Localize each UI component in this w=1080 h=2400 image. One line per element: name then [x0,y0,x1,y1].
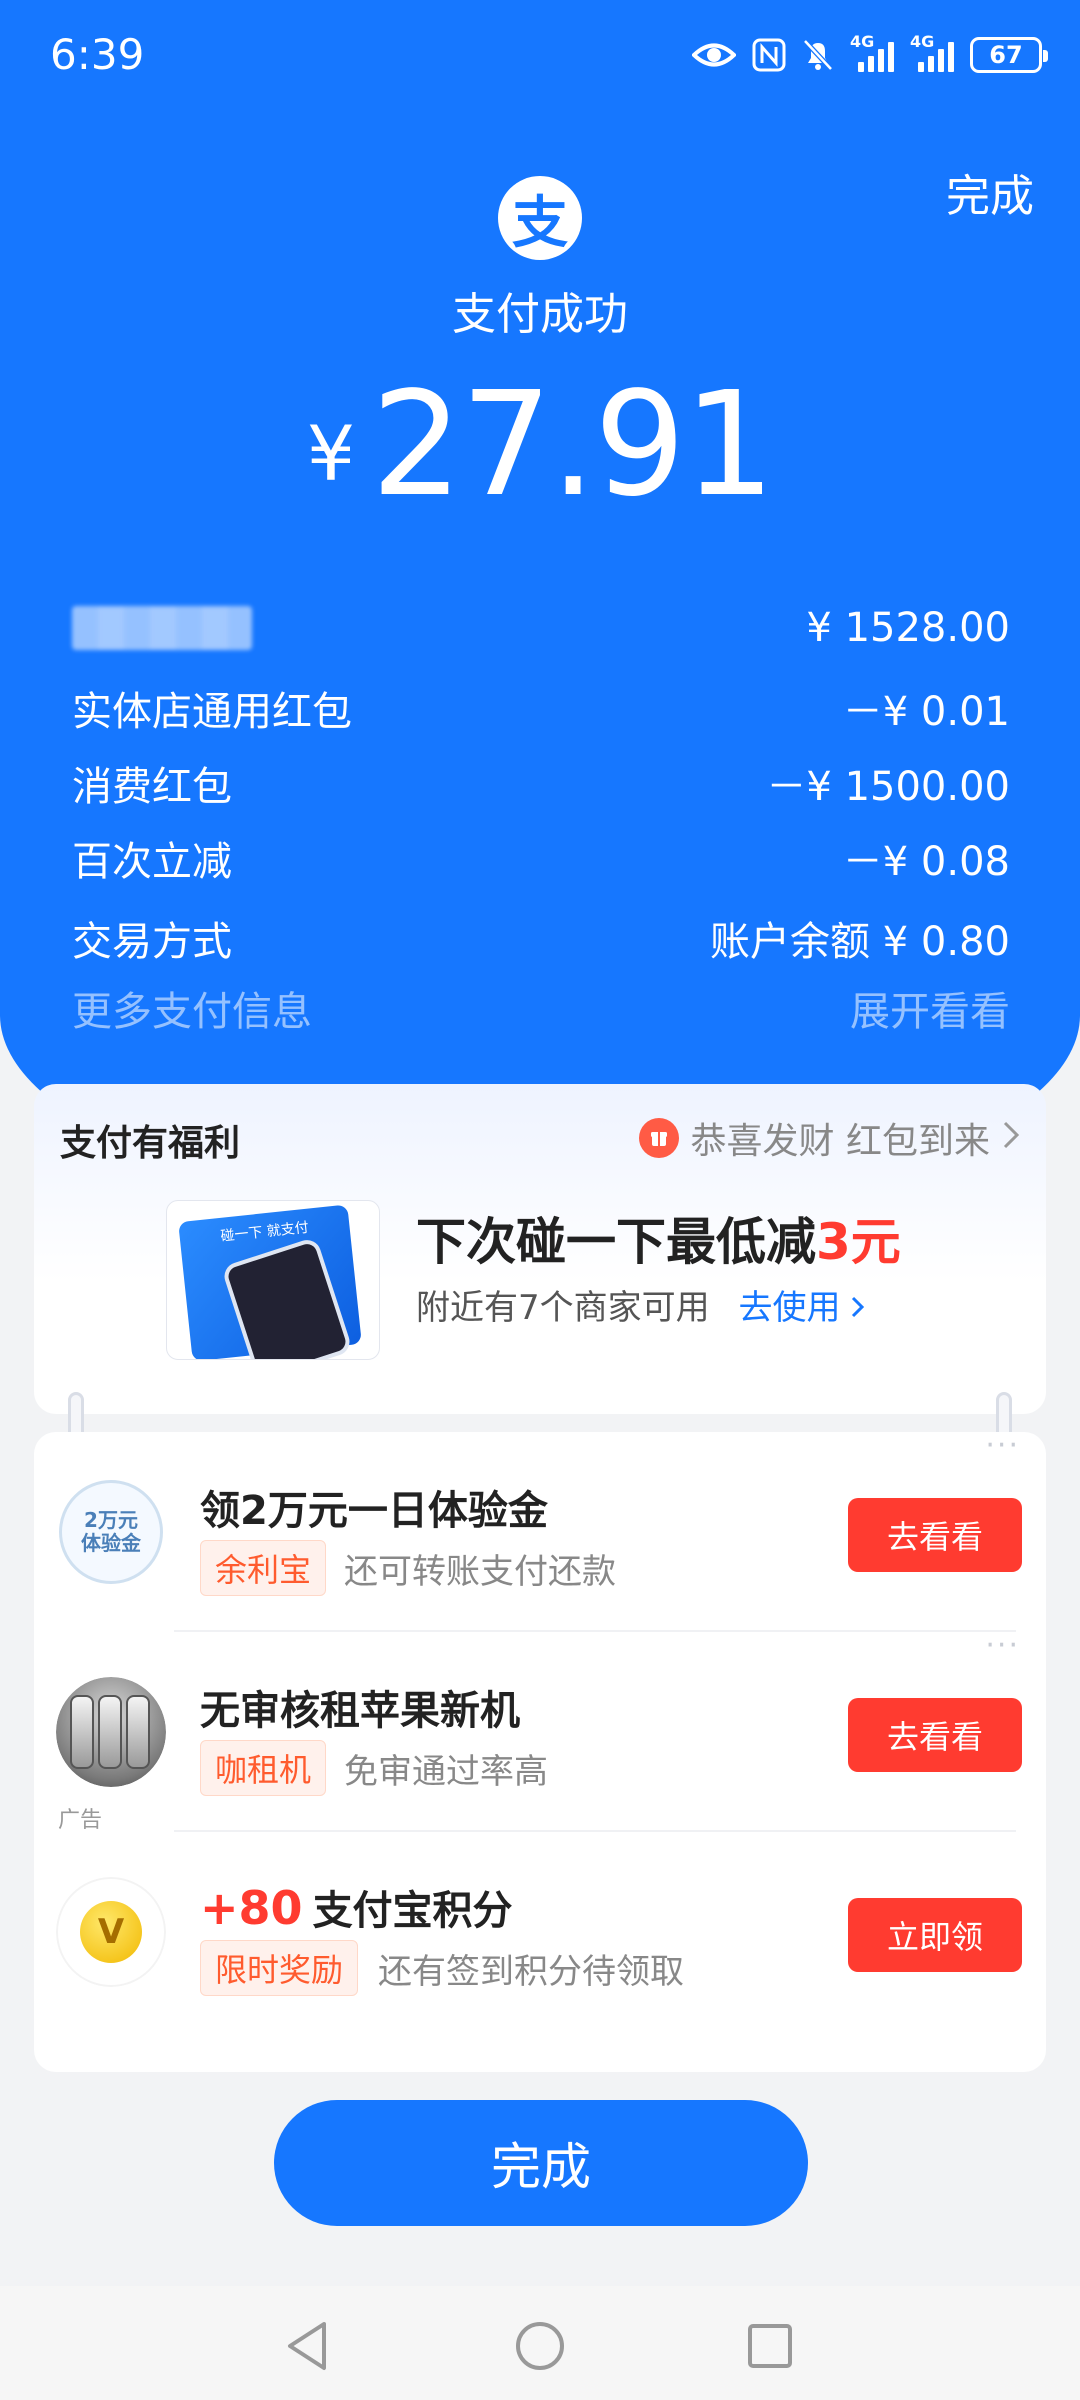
payment-success-title: 支付成功 [452,289,628,340]
merchant-price: ¥ 1528.00 [806,605,1010,651]
merchant-row: ¥ 1528.00 [72,598,1010,658]
ad-label: 广告 [58,1808,103,1833]
discount-value: －¥ 1500.00 [766,764,1010,810]
task-tag: 限时奖励 [200,1940,359,1996]
done-link-top[interactable]: 完成 [946,160,1034,224]
home-icon[interactable] [510,2316,570,2376]
points-coin: V [56,1877,166,1987]
task-title: 无审核租苹果新机 [200,1688,520,1734]
task-desc: 还有签到积分待领取 [378,1952,684,1992]
discount-row: 百次立减 －¥ 0.08 [72,828,1010,888]
more-options-icon[interactable]: ··· [985,1428,1020,1463]
headline-text: 下次碰一下最低减 [416,1213,816,1271]
currency-symbol: ¥ [306,409,356,498]
discount-row: 实体店通用红包 －¥ 0.01 [72,678,1010,738]
task-title: 领2万元一日体验金 [200,1488,548,1534]
benefit-title: 支付有福利 [60,1123,241,1164]
eye-icon [692,40,736,70]
signal-icon: 4G [850,32,894,72]
more-options-icon[interactable]: ··· [985,1628,1020,1663]
amount-value: 27.91 [371,360,775,528]
task-desc: 还可转账支付还款 [344,1552,616,1592]
network-type-label-2: 4G [910,32,935,51]
red-packet-icon [638,1118,679,1158]
payment-method-value: 账户余额 ¥ 0.80 [710,919,1010,965]
nfc-icon [752,38,786,72]
payment-method-row: 交易方式 账户余额 ¥ 0.80 [72,908,1010,968]
phones-image [56,1677,166,1787]
task-item[interactable]: ··· 2万元 体验金 领2万元一日体验金 余利宝 还可转账支付还款 去看看 [34,1428,1046,1632]
task-desc: 免审通过率高 [344,1752,548,1792]
payment-amount: ¥27.91 [0,360,1080,528]
done-button[interactable]: 完成 [274,2100,808,2226]
experience-fund-badge: 2万元 体验金 [59,1480,163,1584]
claim-button[interactable]: 立即领 [848,1898,1022,1972]
task-title: +80 支付宝积分 [200,1878,513,1936]
tap-to-pay-image: 碰一下 就支付 [166,1200,380,1360]
network-type-label: 4G [850,32,875,51]
benefit-headline: 下次碰一下最低减3元 [416,1202,901,1274]
recent-apps-icon[interactable] [740,2316,800,2376]
experience-fund-icon: 2万元 体验金 [56,1477,166,1587]
discount-label: 实体店通用红包 [72,689,352,735]
task-tag: 余利宝 [200,1540,327,1596]
badge-line-2: 体验金 [81,1531,141,1555]
expand-link[interactable]: 展开看看 [850,979,1010,1037]
headline-highlight: 3元 [816,1213,901,1271]
discount-value: －¥ 0.08 [842,839,1010,885]
task-item[interactable]: ··· 广告 无审核租苹果新机 咖租机 免审通过率高 去看看 [34,1628,1046,1833]
alipay-logo: 支 [498,176,582,260]
status-time: 6:39 [50,30,145,79]
more-info-label: 更多支付信息 [72,989,312,1035]
merchant-count-text: 附近有7个商家可用 [416,1288,710,1328]
chevron-right-icon [1002,1118,1020,1159]
points-coin-icon: V [56,1877,166,1987]
task-tag: 咖租机 [200,1740,327,1796]
discount-row: 消费红包 －¥ 1500.00 [72,753,1010,813]
back-icon[interactable] [278,2316,338,2376]
discount-label: 消费红包 [72,764,232,810]
view-button[interactable]: 去看看 [848,1698,1022,1772]
more-info-row[interactable]: 更多支付信息 展开看看 [72,978,1010,1038]
promo-text: 恭喜发财 红包到来 [690,1121,990,1162]
points-amount: +80 [200,1881,303,1935]
system-nav-bar [0,2286,1080,2400]
payment-method-label: 交易方式 [72,919,232,965]
merchant-name-blurred [72,606,252,650]
battery-icon: 67 [970,37,1048,73]
discount-value: －¥ 0.01 [842,689,1010,735]
benefit-subtext: 附近有7个商家可用 去使用 [416,1280,865,1329]
red-packet-promo[interactable]: 恭喜发财 红包到来 [638,1112,1020,1164]
task-list-card: ··· 2万元 体验金 领2万元一日体验金 余利宝 还可转账支付还款 去看看 ·… [34,1428,1046,2072]
use-link-label: 去使用 [738,1288,841,1328]
signal-icon-2: 4G [910,32,954,72]
points-title: 支付宝积分 [312,1888,513,1934]
status-bar: 6:39 4G 4G 67 [0,0,1080,110]
use-link[interactable]: 去使用 [738,1288,865,1328]
discount-label: 百次立减 [72,839,232,885]
view-button[interactable]: 去看看 [848,1498,1022,1572]
benefit-card[interactable]: 支付有福利 恭喜发财 红包到来 碰一下 就支付 下次碰一下最低减3元 附近有7个… [34,1084,1046,1414]
mute-bell-icon [802,38,834,72]
iphone-product-icon [56,1677,166,1787]
task-item[interactable]: V +80 支付宝积分 限时奖励 还有签到积分待领取 立即领 [34,1832,1046,2032]
status-icons: 4G 4G 67 [692,30,1048,80]
badge-line-1: 2万元 [84,1508,138,1532]
